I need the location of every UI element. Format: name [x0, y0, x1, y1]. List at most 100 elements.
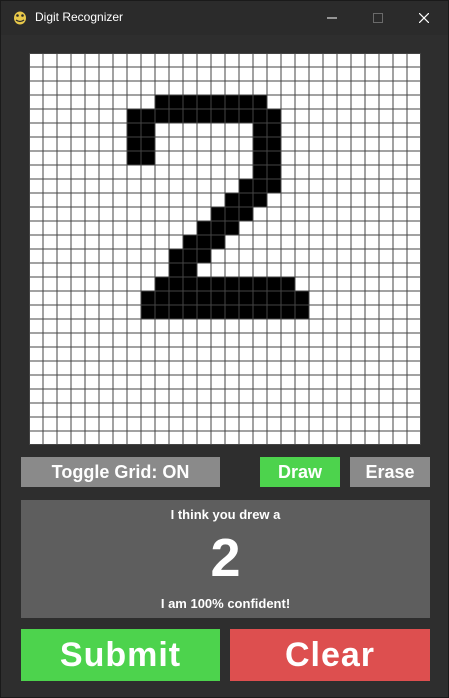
filled-cell[interactable]	[197, 235, 211, 249]
filled-cell[interactable]	[141, 151, 155, 165]
filled-cell[interactable]	[197, 109, 211, 123]
filled-cell[interactable]	[211, 221, 225, 235]
filled-cell[interactable]	[197, 277, 211, 291]
toggle-grid-button[interactable]: Toggle Grid: ON	[21, 457, 220, 487]
filled-cell[interactable]	[267, 165, 281, 179]
filled-cell[interactable]	[239, 109, 253, 123]
filled-cell[interactable]	[239, 179, 253, 193]
filled-cell[interactable]	[267, 291, 281, 305]
filled-cell[interactable]	[127, 151, 141, 165]
filled-cell[interactable]	[239, 207, 253, 221]
filled-cell[interactable]	[253, 305, 267, 319]
filled-cell[interactable]	[197, 221, 211, 235]
filled-cell[interactable]	[141, 109, 155, 123]
filled-cell[interactable]	[127, 123, 141, 137]
drawing-canvas[interactable]	[29, 53, 421, 445]
filled-cell[interactable]	[253, 95, 267, 109]
filled-cell[interactable]	[239, 305, 253, 319]
filled-cell[interactable]	[211, 109, 225, 123]
filled-cell[interactable]	[183, 109, 197, 123]
filled-cell[interactable]	[267, 137, 281, 151]
filled-cell[interactable]	[225, 95, 239, 109]
filled-cell[interactable]	[281, 277, 295, 291]
filled-cell[interactable]	[183, 249, 197, 263]
filled-cell[interactable]	[127, 137, 141, 151]
filled-cell[interactable]	[211, 277, 225, 291]
filled-cell[interactable]	[127, 109, 141, 123]
predicted-digit: 2	[210, 528, 241, 588]
filled-cell[interactable]	[141, 123, 155, 137]
filled-cell[interactable]	[183, 95, 197, 109]
filled-cell[interactable]	[169, 277, 183, 291]
filled-cell[interactable]	[211, 305, 225, 319]
filled-cell[interactable]	[253, 109, 267, 123]
filled-cell[interactable]	[197, 249, 211, 263]
filled-cell[interactable]	[267, 109, 281, 123]
filled-cell[interactable]	[197, 291, 211, 305]
filled-cell[interactable]	[239, 193, 253, 207]
pixel-grid[interactable]	[29, 53, 421, 445]
filled-cell[interactable]	[267, 151, 281, 165]
filled-cell[interactable]	[267, 305, 281, 319]
filled-cell[interactable]	[211, 95, 225, 109]
filled-cell[interactable]	[169, 263, 183, 277]
filled-cell[interactable]	[253, 151, 267, 165]
filled-cell[interactable]	[225, 305, 239, 319]
filled-cell[interactable]	[183, 291, 197, 305]
filled-cell[interactable]	[253, 291, 267, 305]
filled-cell[interactable]	[183, 263, 197, 277]
filled-cell[interactable]	[211, 235, 225, 249]
filled-cell[interactable]	[239, 291, 253, 305]
filled-cell[interactable]	[239, 277, 253, 291]
filled-cell[interactable]	[197, 305, 211, 319]
filled-cell[interactable]	[197, 95, 211, 109]
filled-cell[interactable]	[183, 277, 197, 291]
filled-cell[interactable]	[225, 207, 239, 221]
filled-cell[interactable]	[225, 109, 239, 123]
filled-cell[interactable]	[253, 193, 267, 207]
draw-tool-button[interactable]: Draw	[260, 457, 340, 487]
filled-cell[interactable]	[225, 193, 239, 207]
filled-cell[interactable]	[169, 109, 183, 123]
filled-cell[interactable]	[211, 207, 225, 221]
filled-cell[interactable]	[155, 109, 169, 123]
erase-tool-button[interactable]: Erase	[350, 457, 430, 487]
filled-cell[interactable]	[253, 179, 267, 193]
filled-cell[interactable]	[169, 95, 183, 109]
filled-cell[interactable]	[169, 291, 183, 305]
maximize-button[interactable]	[355, 1, 401, 35]
filled-cell[interactable]	[155, 291, 169, 305]
filled-cell[interactable]	[141, 305, 155, 319]
filled-cell[interactable]	[141, 291, 155, 305]
filled-cell[interactable]	[253, 123, 267, 137]
filled-cell[interactable]	[253, 165, 267, 179]
filled-cell[interactable]	[295, 305, 309, 319]
filled-cell[interactable]	[141, 137, 155, 151]
drawing-canvas-frame	[21, 45, 429, 453]
filled-cell[interactable]	[225, 277, 239, 291]
filled-cell[interactable]	[211, 291, 225, 305]
minimize-button[interactable]	[309, 1, 355, 35]
filled-cell[interactable]	[155, 95, 169, 109]
filled-cell[interactable]	[253, 137, 267, 151]
filled-cell[interactable]	[295, 291, 309, 305]
title-bar[interactable]: Digit Recognizer	[1, 1, 448, 35]
filled-cell[interactable]	[169, 249, 183, 263]
filled-cell[interactable]	[253, 277, 267, 291]
filled-cell[interactable]	[267, 277, 281, 291]
filled-cell[interactable]	[281, 305, 295, 319]
submit-button[interactable]: Submit	[21, 629, 220, 681]
filled-cell[interactable]	[169, 305, 183, 319]
filled-cell[interactable]	[155, 277, 169, 291]
filled-cell[interactable]	[155, 305, 169, 319]
close-button[interactable]	[401, 1, 447, 35]
filled-cell[interactable]	[183, 235, 197, 249]
filled-cell[interactable]	[183, 305, 197, 319]
filled-cell[interactable]	[267, 123, 281, 137]
filled-cell[interactable]	[239, 95, 253, 109]
filled-cell[interactable]	[281, 291, 295, 305]
clear-button[interactable]: Clear	[230, 629, 430, 681]
filled-cell[interactable]	[225, 291, 239, 305]
filled-cell[interactable]	[267, 179, 281, 193]
filled-cell[interactable]	[225, 221, 239, 235]
